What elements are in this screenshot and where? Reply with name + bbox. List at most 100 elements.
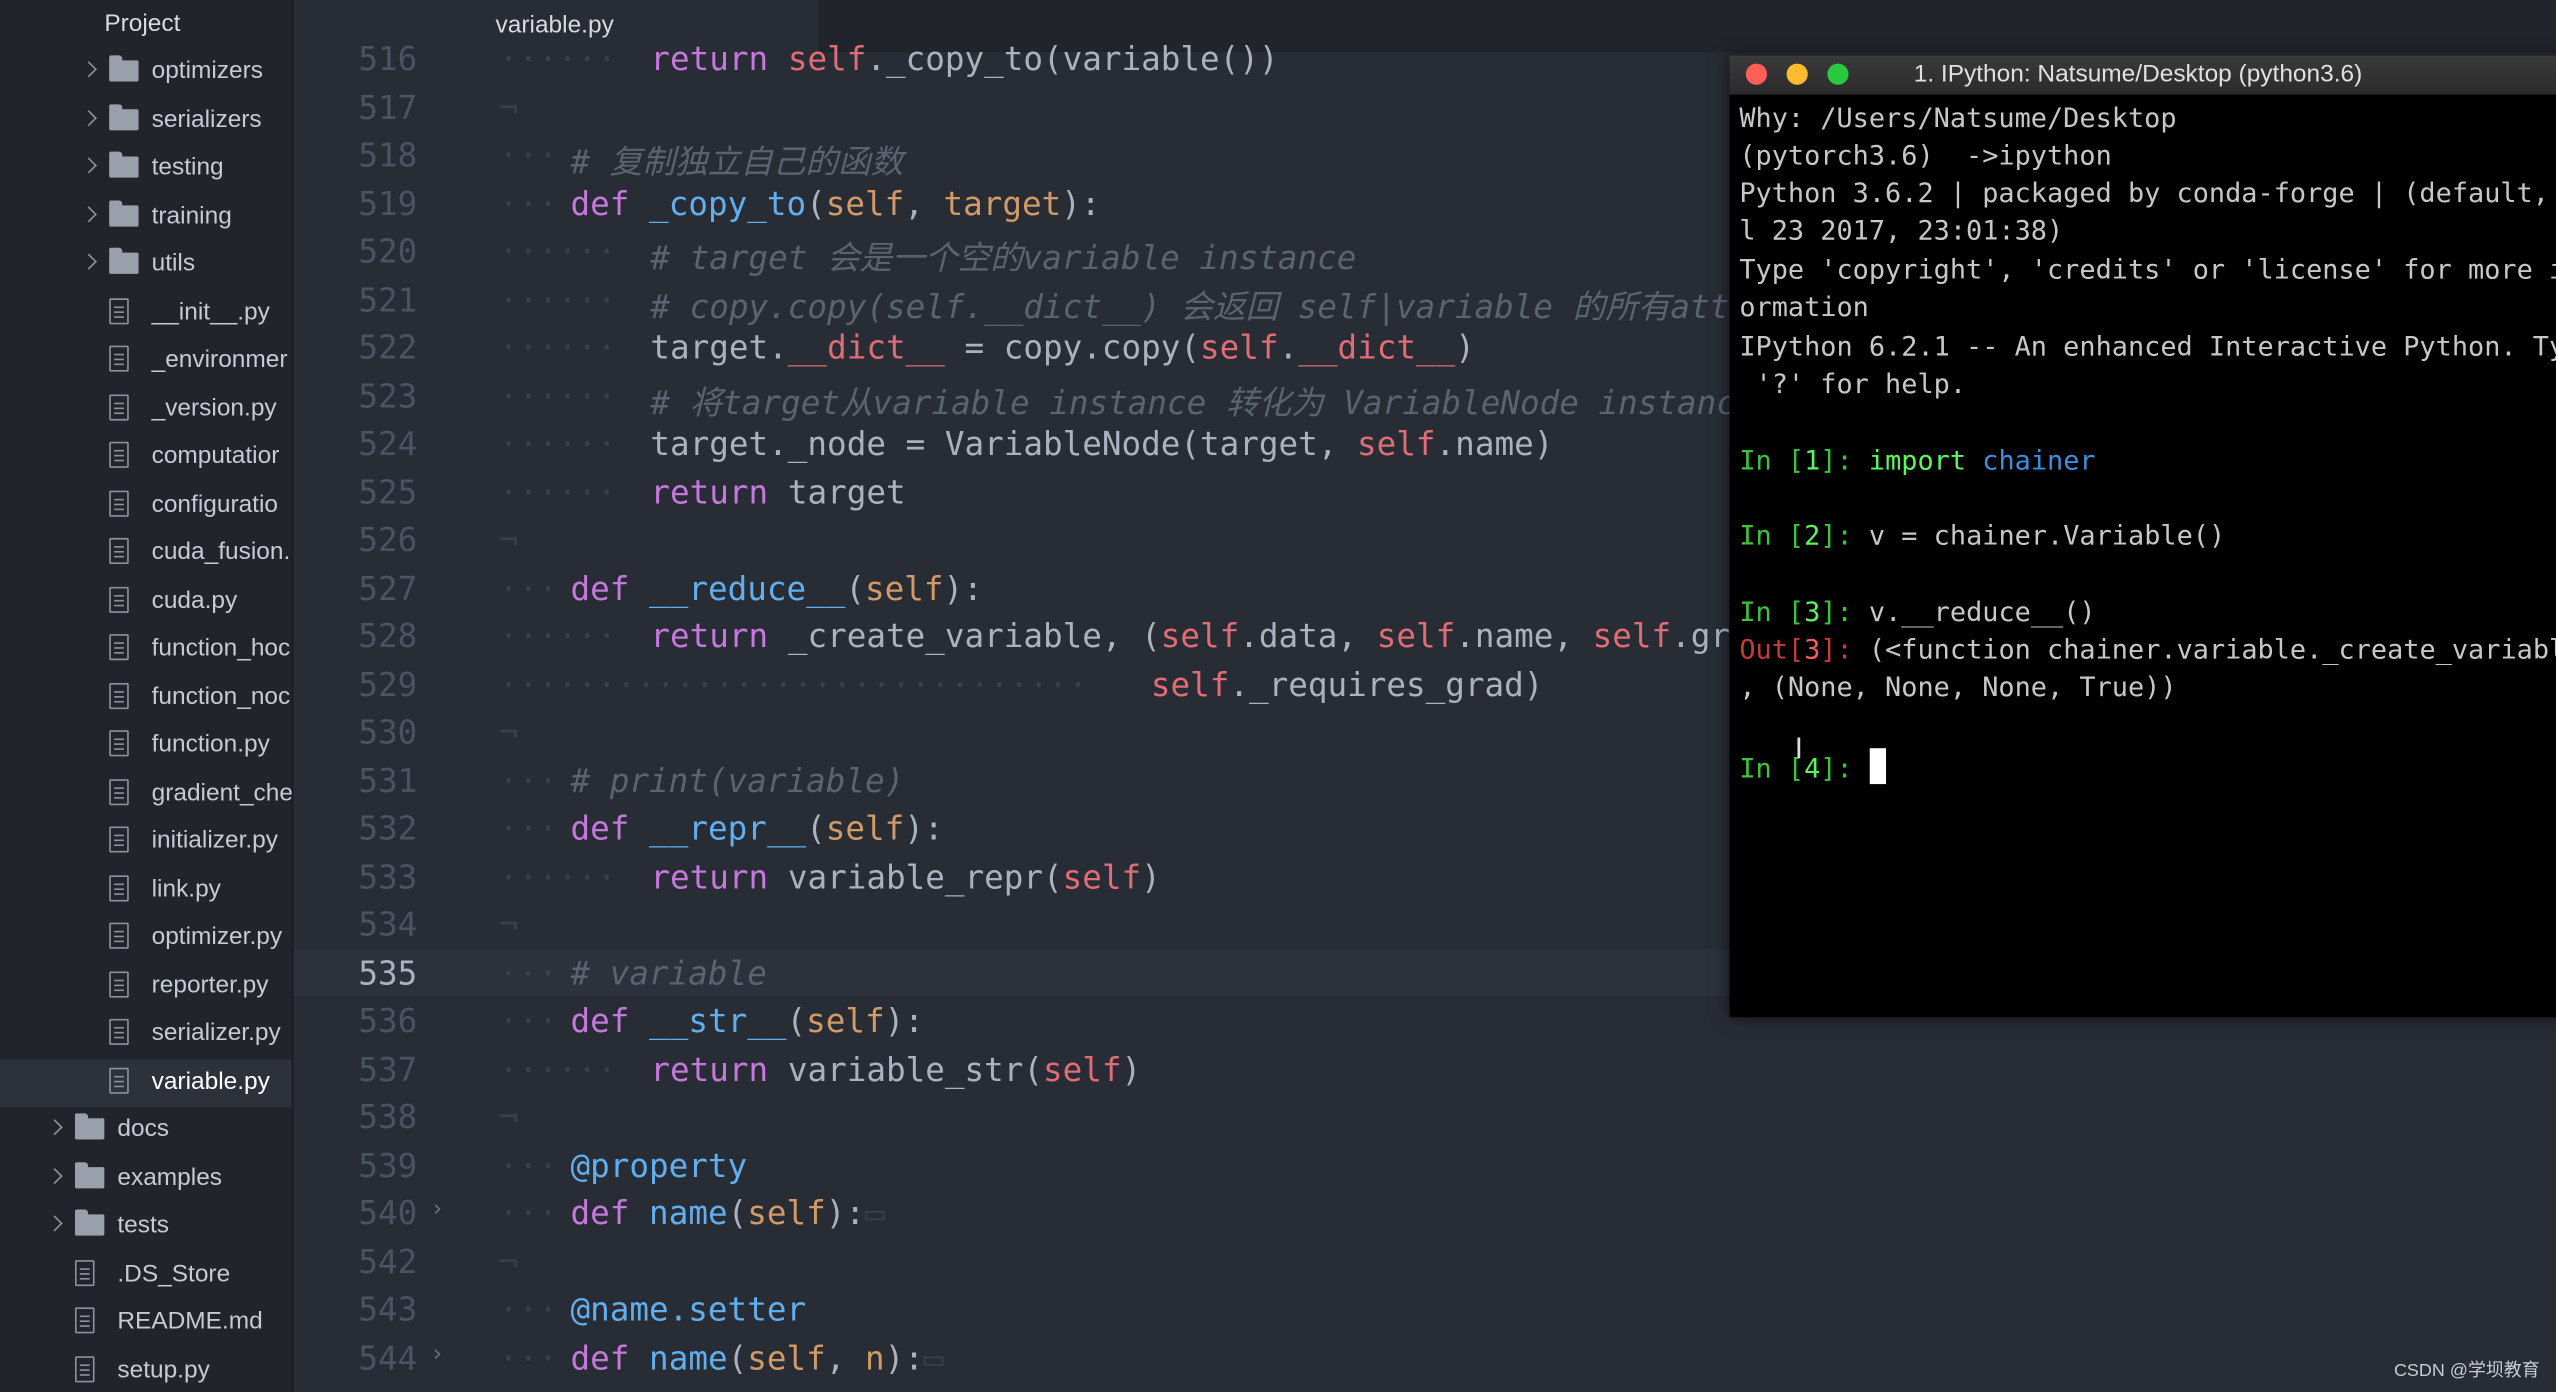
- tree-item-testing[interactable]: testing: [0, 145, 292, 193]
- folder-icon: [109, 103, 139, 130]
- tree-item-readme-md[interactable]: README.md: [0, 1299, 292, 1347]
- chevron-right-icon[interactable]: [80, 109, 97, 126]
- code-text: target._node = VariableNode(target, self…: [650, 423, 1554, 463]
- chevron-right-icon[interactable]: [46, 1215, 63, 1232]
- line-number: 544: [358, 1337, 418, 1377]
- tree-item-optimizers[interactable]: optimizers: [0, 49, 292, 97]
- tree-item-optimizer-py[interactable]: optimizer.py: [0, 914, 292, 962]
- fold-chevron-icon[interactable]: ›: [430, 1196, 444, 1222]
- line-number: 529: [358, 664, 418, 704]
- ipython-prompt-4[interactable]: In [4]:: [1739, 748, 1886, 785]
- tree-item-docs[interactable]: docs: [0, 1107, 292, 1155]
- minimize-window-button[interactable]: [1786, 63, 1808, 85]
- tree-item-initializer-py[interactable]: initializer.py: [0, 818, 292, 866]
- tree-item-variable-py[interactable]: variable.py: [0, 1058, 292, 1107]
- tree-item-environmer[interactable]: _environmer: [0, 337, 292, 385]
- folder-icon: [74, 1209, 105, 1236]
- tree-item-computatior[interactable]: computatior: [0, 434, 292, 482]
- line-number: 531: [358, 760, 418, 800]
- line-number: 536: [358, 1000, 418, 1041]
- chevron-right-icon[interactable]: [80, 253, 97, 270]
- chevron-right-icon[interactable]: [80, 157, 97, 174]
- ipython-cell-2: In [2]: v = chainer.Variable(): [1739, 520, 2226, 551]
- terminal-titlebar[interactable]: 1. IPython: Natsume/Desktop (python3.6): [1729, 55, 2556, 95]
- tree-item-label: optimizers: [151, 57, 264, 85]
- line-number: 534: [358, 904, 418, 944]
- tree-item-tests[interactable]: tests: [0, 1203, 292, 1251]
- terminal-line: IPython 6.2.1 -- An enhanced Interactive…: [1739, 330, 2556, 362]
- line-number: 533: [358, 856, 418, 896]
- chevron-right-icon[interactable]: [80, 61, 97, 78]
- tree-item-label: utils: [151, 249, 196, 278]
- code-text: return variable_str(self): [650, 1048, 1142, 1089]
- code-line[interactable]: 540 › ··· def name(self):▭: [293, 1188, 2556, 1236]
- tree-item-gradient-che[interactable]: gradient_che: [0, 770, 292, 818]
- code-line[interactable]: 538 ¬: [293, 1092, 2556, 1140]
- tree-item-function-hoc[interactable]: function_hoc: [0, 626, 292, 674]
- line-number: 525: [358, 471, 418, 512]
- code-line[interactable]: 543 ··· @name.setter: [293, 1285, 2556, 1333]
- tree-item-version-py[interactable]: _version.py: [0, 386, 292, 434]
- folder-icon: [109, 247, 139, 274]
- folder-icon: [74, 1161, 105, 1188]
- code-comment: # target 会是一个空的variable instance: [650, 237, 1357, 278]
- tree-item-init-py[interactable]: __init__.py: [0, 289, 292, 337]
- tree-item-configuratio[interactable]: configuratio: [0, 482, 292, 530]
- tree-item-label: function_hoc: [151, 634, 291, 662]
- fold-chevron-icon[interactable]: ›: [430, 1341, 444, 1367]
- code-line[interactable]: 539 ··· @property: [293, 1140, 2556, 1188]
- tree-item-ds-store[interactable]: .DS_Store: [0, 1251, 292, 1299]
- chevron-right-icon[interactable]: [46, 1119, 63, 1136]
- close-window-button[interactable]: [1745, 63, 1768, 85]
- code-comment: # variable: [570, 952, 767, 992]
- file-icon: [109, 297, 129, 324]
- terminal-line: l 23 2017, 23:01:38): [1739, 215, 2064, 247]
- tree-item-utils[interactable]: utils: [0, 241, 292, 289]
- line-number: 543: [358, 1289, 418, 1329]
- file-icon: [109, 922, 129, 949]
- terminal-title: 1. IPython: Natsume/Desktop (python3.6): [1913, 60, 2363, 89]
- tree-item-label: examples: [117, 1163, 223, 1191]
- tree-item-function-py[interactable]: function.py: [0, 722, 292, 770]
- tree-item-serializers[interactable]: serializers: [0, 97, 292, 145]
- code-text: def __reduce__(self):: [570, 568, 983, 608]
- tree-item-label: training: [151, 201, 232, 230]
- line-number: 539: [358, 1145, 418, 1185]
- tree-item-label: setup.py: [117, 1355, 210, 1384]
- terminal-window[interactable]: 1. IPython: Natsume/Desktop (python3.6) …: [1729, 55, 2556, 1018]
- tree-item-setup-py[interactable]: setup.py: [0, 1347, 292, 1392]
- code-line[interactable]: 544 › ··· def name(self, n):▭: [293, 1333, 2556, 1381]
- tree-item-reporter-py[interactable]: reporter.py: [0, 963, 292, 1011]
- line-number: 532: [358, 808, 418, 848]
- zoom-window-button[interactable]: [1827, 63, 1849, 85]
- chevron-right-icon[interactable]: [80, 205, 97, 222]
- tree-item-training[interactable]: training: [0, 193, 292, 241]
- folder-icon: [109, 199, 139, 226]
- file-icon: [109, 441, 129, 468]
- tree-item-function-noc[interactable]: function_noc: [0, 674, 292, 722]
- tree-item-label: reporter.py: [151, 970, 269, 999]
- code-text: def name(self, n):▭: [570, 1337, 944, 1377]
- tree-item-cuda-fusion[interactable]: cuda_fusion.: [0, 530, 292, 578]
- tree-item-examples[interactable]: examples: [0, 1155, 292, 1203]
- code-line[interactable]: 542 ¬: [293, 1236, 2556, 1284]
- screen: Project optimizers serializers testing trai…: [0, 0, 2556, 1392]
- file-icon: [109, 730, 129, 757]
- tree-item-label: README.md: [117, 1307, 263, 1336]
- chevron-right-icon[interactable]: [46, 1167, 63, 1184]
- tree-item-label: _version.py: [151, 393, 277, 422]
- code-decorator: @property: [570, 1145, 748, 1185]
- watermark: CSDN @学坝教育: [2393, 1361, 2540, 1381]
- tree-item-cuda-py[interactable]: cuda.py: [0, 578, 292, 626]
- tree-item-label: configuratio: [151, 489, 279, 518]
- tree-item-label: optimizer.py: [151, 922, 283, 951]
- tree-item-link-py[interactable]: link.py: [0, 866, 292, 914]
- tree-item-label: function_noc: [151, 682, 291, 710]
- text-cursor: [1868, 748, 1886, 785]
- tree-item-serializer-py[interactable]: serializer.py: [0, 1011, 292, 1059]
- ibeam-cursor-icon: I: [1794, 731, 1803, 765]
- code-text: return _create_variable, (self.data, sel…: [650, 616, 1789, 656]
- file-icon: [109, 1066, 129, 1093]
- code-line[interactable]: 537 ······ return variable_str(self): [293, 1044, 2556, 1092]
- file-icon: [109, 682, 129, 709]
